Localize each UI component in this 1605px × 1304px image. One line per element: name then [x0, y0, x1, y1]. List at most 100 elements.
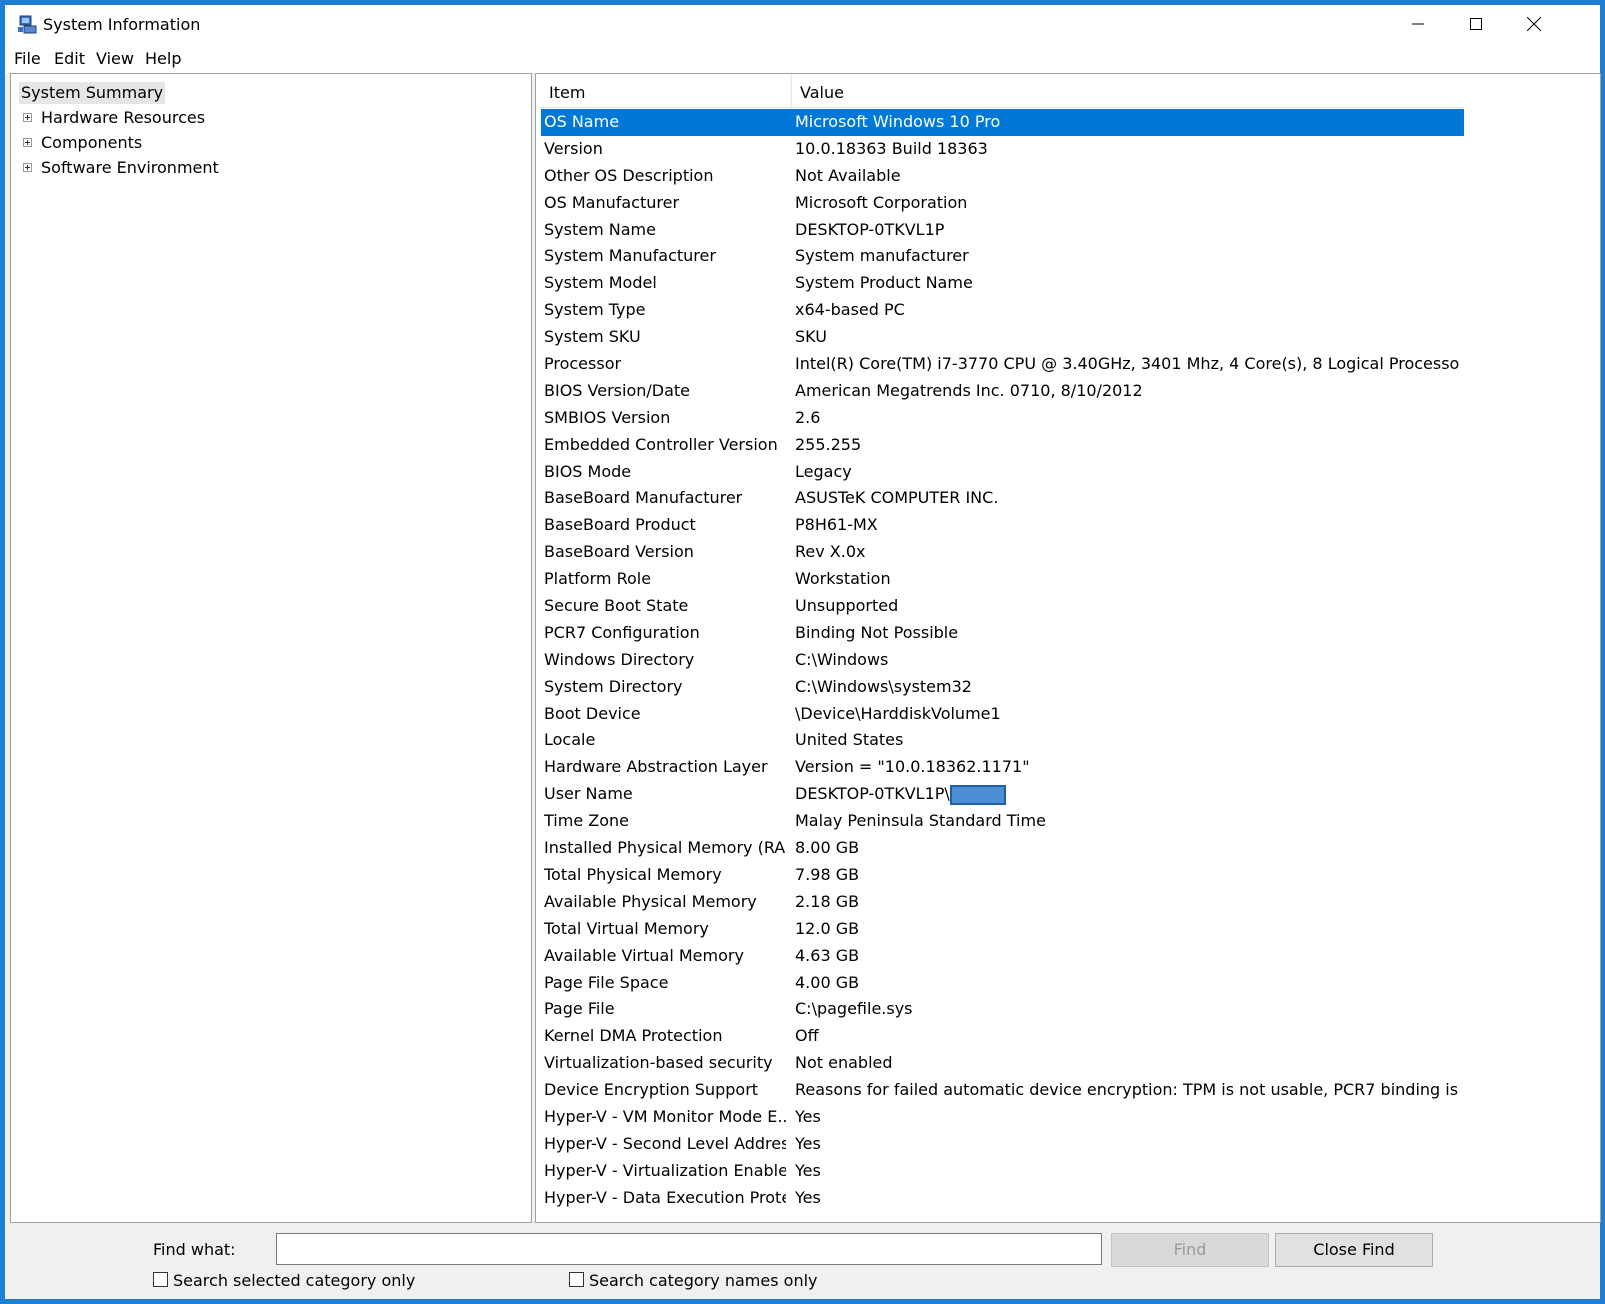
- table-row[interactable]: BaseBoard Product P8H61-MX: [541, 512, 1464, 539]
- table-row[interactable]: System Manufacturer System manufacturer: [541, 243, 1464, 270]
- row-item: System Manufacturer: [544, 246, 716, 266]
- table-row[interactable]: OS Name Microsoft Windows 10 Pro: [541, 109, 1464, 136]
- row-value-text: Microsoft Windows 10 Pro: [795, 112, 1001, 131]
- find-button[interactable]: Find: [1111, 1233, 1269, 1267]
- table-row[interactable]: Kernel DMA Protection Off: [541, 1023, 1464, 1050]
- details-list[interactable]: Item Value OS Name Microsoft Windows 10 P…: [535, 73, 1601, 1223]
- tree-item-system-summary[interactable]: System Summary: [19, 82, 166, 104]
- table-row[interactable]: Device Encryption Support Reasons for fai…: [541, 1077, 1464, 1104]
- close-button[interactable]: [1505, 5, 1563, 43]
- category-tree[interactable]: System Summary Hardware Resources Compon…: [10, 73, 532, 1223]
- table-row[interactable]: User Name DESKTOP-0TKVL1P\: [541, 781, 1464, 808]
- expand-icon[interactable]: [23, 113, 32, 122]
- menu-help[interactable]: Help: [145, 49, 181, 68]
- close-find-button[interactable]: Close Find: [1275, 1233, 1433, 1267]
- expand-icon[interactable]: [23, 163, 32, 172]
- table-row[interactable]: Page File C:\pagefile.sys: [541, 996, 1464, 1023]
- row-value: C:\pagefile.sys: [795, 996, 1460, 1023]
- row-item: OS Manufacturer: [544, 192, 680, 212]
- table-row[interactable]: Platform Role Workstation: [541, 566, 1464, 593]
- table-row[interactable]: Hyper-V - VM Monitor Mode E... Yes: [541, 1104, 1464, 1131]
- row-item: Hyper-V - Data Execution Prote...: [544, 1187, 786, 1207]
- row-value: Unsupported: [795, 593, 1460, 620]
- row-item: Secure Boot State: [544, 596, 689, 616]
- row-value: Microsoft Corporation: [795, 190, 1460, 217]
- table-row[interactable]: Version 10.0.18363 Build 18363: [541, 136, 1464, 163]
- table-row[interactable]: Total Physical Memory 7.98 GB: [541, 862, 1464, 889]
- row-item: Hardware Abstraction Layer: [544, 757, 768, 777]
- table-row[interactable]: Total Virtual Memory 12.0 GB: [541, 916, 1464, 943]
- table-row[interactable]: OS Manufacturer Microsoft Corporation: [541, 190, 1464, 217]
- maximize-button[interactable]: [1447, 5, 1505, 43]
- row-value-text: 2.6: [795, 407, 821, 427]
- menu-view[interactable]: View: [96, 49, 134, 68]
- row-item: BaseBoard Manufacturer: [544, 488, 743, 508]
- column-header-value[interactable]: Value: [792, 74, 1464, 108]
- system-information-app-icon[interactable]: [17, 14, 37, 34]
- table-row[interactable]: Processor Intel(R) Core(TM) i7-3770 CPU @…: [541, 351, 1464, 378]
- table-row[interactable]: Hyper-V - Data Execution Prote... Yes: [541, 1185, 1464, 1212]
- table-row[interactable]: System Model System Product Name: [541, 270, 1464, 297]
- table-row[interactable]: Available Virtual Memory 4.63 GB: [541, 943, 1464, 970]
- table-row[interactable]: Available Physical Memory 2.18 GB: [541, 889, 1464, 916]
- table-row[interactable]: Secure Boot State Unsupported: [541, 593, 1464, 620]
- table-row[interactable]: Windows Directory C:\Windows: [541, 647, 1464, 674]
- find-what-label: Find what:: [153, 1240, 236, 1259]
- table-row[interactable]: BaseBoard Version Rev X.0x: [541, 539, 1464, 566]
- row-value: 10.0.18363 Build 18363: [795, 136, 1460, 163]
- table-row[interactable]: SMBIOS Version 2.6: [541, 405, 1464, 432]
- table-row[interactable]: Installed Physical Memory (RAM) 8.00 GB: [541, 835, 1464, 862]
- menu-edit[interactable]: Edit: [54, 49, 85, 68]
- checkbox-box[interactable]: [569, 1272, 584, 1287]
- row-item: Installed Physical Memory (RAM): [544, 838, 786, 858]
- row-item: Hyper-V - Virtualization Enable...: [544, 1160, 786, 1180]
- checkbox-label: Search selected category only: [173, 1271, 416, 1290]
- table-row[interactable]: BIOS Version/Date American Megatrends Inc…: [541, 378, 1464, 405]
- table-row[interactable]: Time Zone Malay Peninsula Standard Time: [541, 808, 1464, 835]
- menu-file[interactable]: File: [14, 49, 41, 68]
- row-value: Yes: [795, 1104, 1460, 1131]
- table-row[interactable]: System Directory C:\Windows\system32: [541, 674, 1464, 701]
- checkbox-label: Search category names only: [589, 1271, 818, 1290]
- row-value-text: C:\pagefile.sys: [795, 999, 913, 1019]
- row-item: BIOS Version/Date: [544, 380, 690, 400]
- title-bar[interactable]: System Information: [5, 5, 1600, 43]
- column-header-item[interactable]: Item: [541, 74, 792, 108]
- row-item: System Type: [544, 300, 646, 320]
- tree-item-label: Hardware Resources: [41, 108, 206, 127]
- table-row[interactable]: System SKU SKU: [541, 324, 1464, 351]
- row-value-text: Microsoft Corporation: [795, 192, 968, 212]
- table-row[interactable]: Other OS Description Not Available: [541, 163, 1464, 190]
- row-value: SKU: [795, 324, 1460, 351]
- table-row[interactable]: Hyper-V - Virtualization Enable... Yes: [541, 1158, 1464, 1185]
- table-row[interactable]: Embedded Controller Version 255.255: [541, 432, 1464, 459]
- row-value: ASUSTeK COMPUTER INC.: [795, 485, 1460, 512]
- row-value-text: C:\Windows: [795, 649, 889, 669]
- table-row[interactable]: Hardware Abstraction Layer Version = "10.…: [541, 754, 1464, 781]
- minimize-button[interactable]: [1389, 5, 1447, 43]
- table-row[interactable]: System Type x64-based PC: [541, 297, 1464, 324]
- row-value-text: Malay Peninsula Standard Time: [795, 811, 1046, 831]
- row-value-text: 7.98 GB: [795, 864, 860, 884]
- row-value-text: Off: [795, 1026, 819, 1046]
- close-icon: [1527, 17, 1541, 31]
- table-row[interactable]: Boot Device \Device\HarddiskVolume1: [541, 701, 1464, 728]
- table-row[interactable]: System Name DESKTOP-0TKVL1P: [541, 217, 1464, 244]
- find-what-input[interactable]: [276, 1233, 1102, 1265]
- row-value: DESKTOP-0TKVL1P\: [795, 781, 1460, 808]
- checkbox-box[interactable]: [153, 1272, 168, 1287]
- row-item: Total Virtual Memory: [544, 918, 709, 938]
- row-value-text: Yes: [795, 1187, 821, 1207]
- row-value-text: Unsupported: [795, 596, 899, 616]
- table-row[interactable]: Locale United States: [541, 727, 1464, 754]
- table-row[interactable]: BIOS Mode Legacy: [541, 459, 1464, 486]
- row-value-text: Legacy: [795, 461, 852, 481]
- table-row[interactable]: Page File Space 4.00 GB: [541, 970, 1464, 997]
- table-row[interactable]: Hyper-V - Second Level Addres... Yes: [541, 1131, 1464, 1158]
- expand-icon[interactable]: [23, 138, 32, 147]
- table-row[interactable]: PCR7 Configuration Binding Not Possible: [541, 620, 1464, 647]
- table-row[interactable]: Virtualization-based security Not enabled: [541, 1050, 1464, 1077]
- row-value-text: Rev X.0x: [795, 542, 866, 562]
- row-value-text: Yes: [795, 1106, 821, 1126]
- table-row[interactable]: BaseBoard Manufacturer ASUSTeK COMPUTER I…: [541, 485, 1464, 512]
